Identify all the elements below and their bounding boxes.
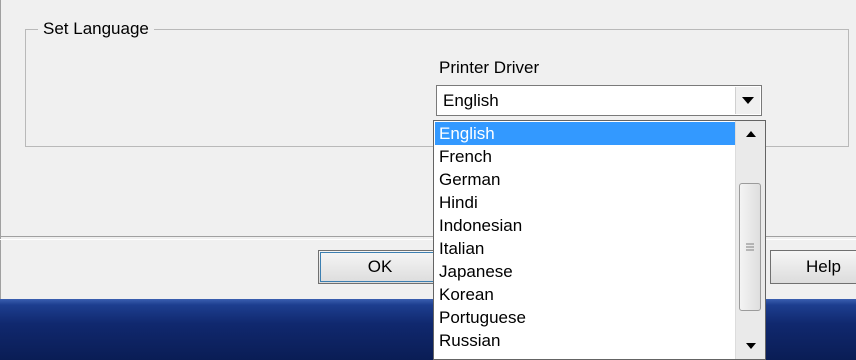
dropdown-item[interactable]: German [435,168,735,191]
chevron-down-icon [742,96,754,104]
dropdown-item[interactable]: Russian [435,329,735,352]
language-dropdown-list[interactable]: English French German Hindi Indonesian Italia… [433,120,766,360]
combobox-dropdown-button[interactable] [735,87,760,114]
combobox-value: English [443,91,499,110]
dropdown-items: English French German Hindi Indonesian Italia… [435,122,735,352]
dropdown-item[interactable]: English [435,122,735,145]
help-button[interactable]: Help [770,250,856,284]
grip-icon [746,243,754,251]
scroll-up-arrow-icon [745,131,756,137]
dropdown-item[interactable]: Indonesian [435,214,735,237]
dropdown-item[interactable]: Portuguese [435,306,735,329]
dropdown-item[interactable]: Korean [435,283,735,306]
groupbox-title: Set Language [38,18,154,40]
scroll-down-arrow-icon [745,343,756,349]
language-combobox[interactable]: English [436,85,762,116]
scroll-down-button[interactable] [736,335,765,357]
dropdown-item[interactable]: Japanese [435,260,735,283]
scroll-thumb[interactable] [739,183,761,311]
printer-driver-label: Printer Driver [439,58,540,77]
dropdown-scrollbar[interactable] [735,121,765,359]
dropdown-item[interactable]: French [435,145,735,168]
dropdown-item[interactable]: Italian [435,237,735,260]
scroll-up-button[interactable] [736,123,765,145]
dropdown-item[interactable]: Hindi [435,191,735,214]
ok-button[interactable]: OK [318,250,442,284]
